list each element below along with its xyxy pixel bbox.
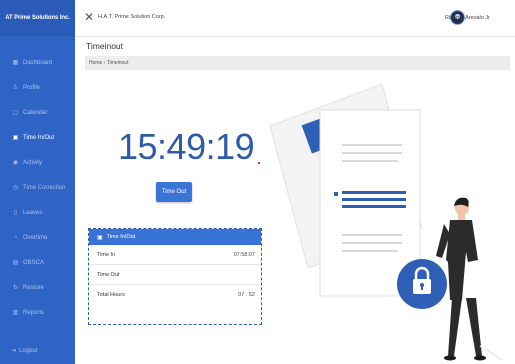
- brand-name: AT Prime Solutions Inc.: [0, 0, 75, 36]
- logout-icon: ⇥: [11, 348, 17, 354]
- lock-icon: [397, 259, 447, 309]
- current-time-clock: 15:49:19: [118, 126, 255, 167]
- sidebar-item-label: Time In/Out: [23, 134, 55, 141]
- sidebar-item-overtime[interactable]: ◔ Overtime: [0, 225, 75, 250]
- time-out-label: Time Out: [97, 272, 120, 278]
- logout-link[interactable]: ⇥ Logout: [11, 347, 37, 354]
- leaf-icon: ▯: [13, 210, 18, 216]
- breadcrumb: Home › Timeinout: [85, 56, 510, 70]
- calendar-check-icon: ▣: [12, 135, 19, 141]
- page-title: Timeinout: [86, 41, 124, 51]
- sidebar-item-calendar[interactable]: ▢ Calendar: [0, 100, 75, 125]
- sidebar-item-label: Overtime: [23, 234, 48, 241]
- card-title: Time In/Out: [106, 234, 136, 240]
- calendar-icon: ▢: [12, 110, 19, 116]
- sidebar-item-label: Activity: [23, 159, 43, 166]
- sidebar-item-activity[interactable]: ◉ Activity: [0, 150, 75, 175]
- sidebar: AT Prime Solutions Inc. ▦ Dashboard ♙ Prof…: [0, 0, 75, 364]
- company-name: H.A.T. Prime Solution Corp.: [98, 14, 166, 20]
- total-hours-row: Total Hours 07 : 52: [89, 285, 261, 304]
- sidebar-item-label: Restore: [23, 284, 45, 291]
- user-icon: ♙: [12, 85, 19, 91]
- card-header: ▣ Time In/Out: [89, 229, 261, 245]
- activity-icon: ◉: [12, 160, 19, 166]
- sidebar-item-time-in-out[interactable]: ▣ Time In/Out: [0, 125, 75, 150]
- time-in-label: Time In: [97, 252, 116, 258]
- sidebar-item-time-correction[interactable]: ◷ Time Correction: [0, 175, 75, 200]
- logout-label: Logout: [19, 348, 38, 354]
- sidebar-item-label: OBSCA: [23, 259, 45, 266]
- calendar-check-icon: ▣: [97, 234, 103, 241]
- time-in-value: 07:58:07: [233, 252, 255, 258]
- restore-icon: ↻: [12, 285, 19, 291]
- sidebar-item-label: Time Correction: [23, 184, 66, 191]
- time-out-row: Time Out: [89, 265, 261, 285]
- red-dot: [258, 162, 260, 164]
- sidebar-item-label: Calendar: [23, 109, 48, 116]
- sidebar-item-restore[interactable]: ↻ Restore: [0, 275, 75, 300]
- sidebar-item-label: Dashboard: [23, 59, 53, 66]
- sidebar-item-dashboard[interactable]: ▦ Dashboard: [0, 50, 75, 75]
- total-hours-value: 07 : 52: [238, 292, 255, 298]
- grid-icon: ▦: [12, 60, 19, 66]
- overtime-icon: ◔: [13, 234, 18, 241]
- time-in-out-card: ▣ Time In/Out Time In 07:58:07 Time Out …: [88, 228, 262, 325]
- time-in-row: Time In 07:58:07: [89, 245, 261, 265]
- sidebar-item-leaves[interactable]: ▯ Leaves: [0, 200, 75, 225]
- total-hours-label: Total Hours: [97, 292, 125, 298]
- document-security-illustration: [269, 83, 503, 361]
- user-name[interactable]: Ricardo Arevalo Jr: [445, 15, 490, 21]
- close-menu-icon[interactable]: ✕: [84, 10, 94, 24]
- time-out-button[interactable]: Time Out: [156, 182, 192, 202]
- document-icon: ▤: [12, 260, 19, 266]
- clock-icon: ◷: [12, 185, 19, 191]
- breadcrumb-text: Home › Timeinout: [89, 60, 129, 66]
- report-icon: ▥: [12, 310, 19, 316]
- sidebar-nav: ▦ Dashboard ♙ Profile ▢ Calendar ▣ Time In/O…: [0, 50, 75, 325]
- sidebar-item-obsca[interactable]: ▤ OBSCA: [0, 250, 75, 275]
- sidebar-item-profile[interactable]: ♙ Profile: [0, 75, 75, 100]
- sidebar-item-label: Profile: [23, 84, 41, 91]
- sidebar-item-label: Reports: [23, 309, 45, 316]
- sidebar-item-label: Leaves: [23, 209, 43, 216]
- sidebar-item-reports[interactable]: ▥ Reports: [0, 300, 75, 325]
